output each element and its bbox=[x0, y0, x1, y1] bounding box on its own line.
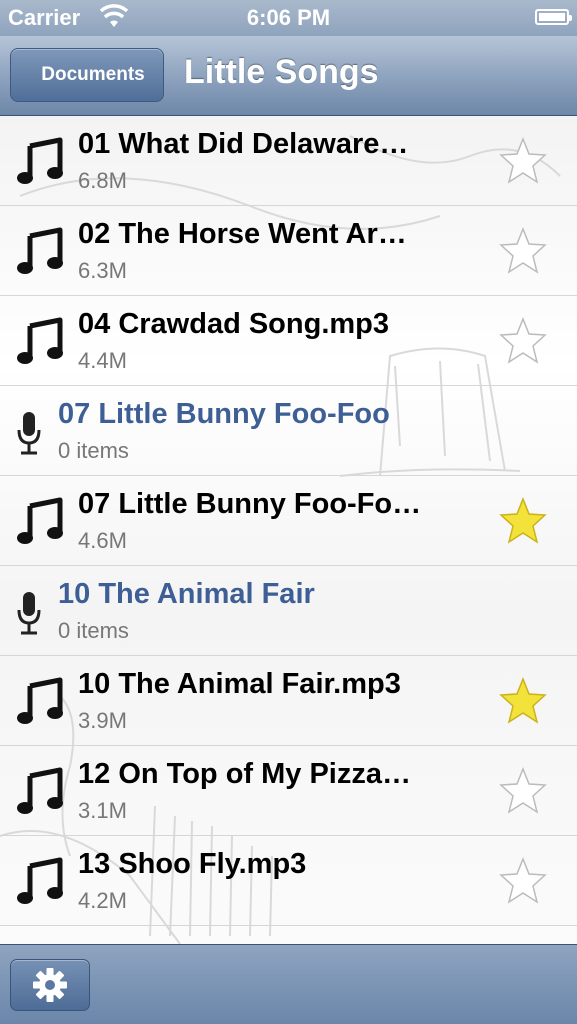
song-row[interactable]: 12 On Top of My Pizza… 3.1M bbox=[0, 746, 577, 836]
item-count: 0 items bbox=[58, 438, 129, 463]
navigation-bar: Documents Little Songs bbox=[0, 36, 577, 116]
star-empty-icon[interactable] bbox=[498, 316, 548, 366]
music-note-icon bbox=[16, 316, 66, 366]
song-row[interactable]: 13 Shoo Fly.mp3 4.2M bbox=[0, 836, 577, 926]
row-title: 13 Shoo Fly.mp3 bbox=[78, 848, 307, 880]
song-row[interactable]: 04 Crawdad Song.mp3 4.4M bbox=[0, 296, 577, 386]
bottom-toolbar bbox=[0, 944, 577, 1024]
music-note-icon bbox=[16, 766, 66, 816]
row-title: 02 The Horse Went Ar… bbox=[78, 218, 407, 250]
row-title: 12 On Top of My Pizza… bbox=[78, 758, 411, 790]
microphone-icon bbox=[14, 410, 44, 456]
file-size: 3.9M bbox=[78, 708, 127, 733]
music-note-icon bbox=[16, 676, 66, 726]
music-note-icon bbox=[16, 496, 66, 546]
row-title: 04 Crawdad Song.mp3 bbox=[78, 308, 390, 340]
file-size: 4.4M bbox=[78, 348, 127, 373]
song-row[interactable]: 02 The Horse Went Ar… 6.3M bbox=[0, 206, 577, 296]
star-filled-icon[interactable] bbox=[498, 676, 548, 726]
row-title: 10 The Animal Fair bbox=[58, 578, 315, 610]
file-size: 4.6M bbox=[78, 528, 127, 553]
row-title: 01 What Did Delaware… bbox=[78, 128, 409, 160]
row-title: 07 Little Bunny Foo-Foo bbox=[58, 398, 390, 430]
row-title: 10 The Animal Fair.mp3 bbox=[78, 668, 401, 700]
star-empty-icon[interactable] bbox=[498, 856, 548, 906]
item-count: 0 items bbox=[58, 618, 129, 643]
star-empty-icon[interactable] bbox=[498, 766, 548, 816]
settings-button[interactable] bbox=[10, 959, 90, 1011]
clock: 6:06 PM bbox=[246, 5, 331, 30]
music-note-icon bbox=[16, 856, 66, 906]
song-row[interactable]: 01 What Did Delaware… 6.8M bbox=[0, 116, 577, 206]
row-title: 07 Little Bunny Foo-Fo… bbox=[78, 488, 422, 520]
star-filled-icon[interactable] bbox=[498, 496, 548, 546]
song-row[interactable]: 10 The Animal Fair.mp3 3.9M bbox=[0, 656, 577, 746]
battery-icon bbox=[535, 9, 572, 25]
page-title: Little Songs bbox=[184, 53, 379, 91]
star-empty-icon[interactable] bbox=[498, 136, 548, 186]
music-note-icon bbox=[16, 136, 66, 186]
file-size: 6.8M bbox=[78, 168, 127, 193]
microphone-icon bbox=[14, 590, 44, 636]
music-note-icon bbox=[16, 226, 66, 276]
documents-back-button[interactable]: Documents bbox=[10, 48, 164, 102]
song-row[interactable]: 07 Little Bunny Foo-Fo… 4.6M bbox=[0, 476, 577, 566]
folder-row[interactable]: 10 The Animal Fair 0 items bbox=[0, 566, 577, 656]
file-size: 3.1M bbox=[78, 798, 127, 823]
file-size: 4.2M bbox=[78, 888, 127, 913]
status-bar: Carrier 6:06 PM bbox=[0, 0, 577, 36]
star-empty-icon[interactable] bbox=[498, 226, 548, 276]
folder-row[interactable]: 07 Little Bunny Foo-Foo 0 items bbox=[0, 386, 577, 476]
file-list[interactable]: 01 What Did Delaware… 6.8M 02 The Horse We… bbox=[0, 116, 577, 944]
file-size: 6.3M bbox=[78, 258, 127, 283]
gear-icon bbox=[33, 968, 67, 1002]
